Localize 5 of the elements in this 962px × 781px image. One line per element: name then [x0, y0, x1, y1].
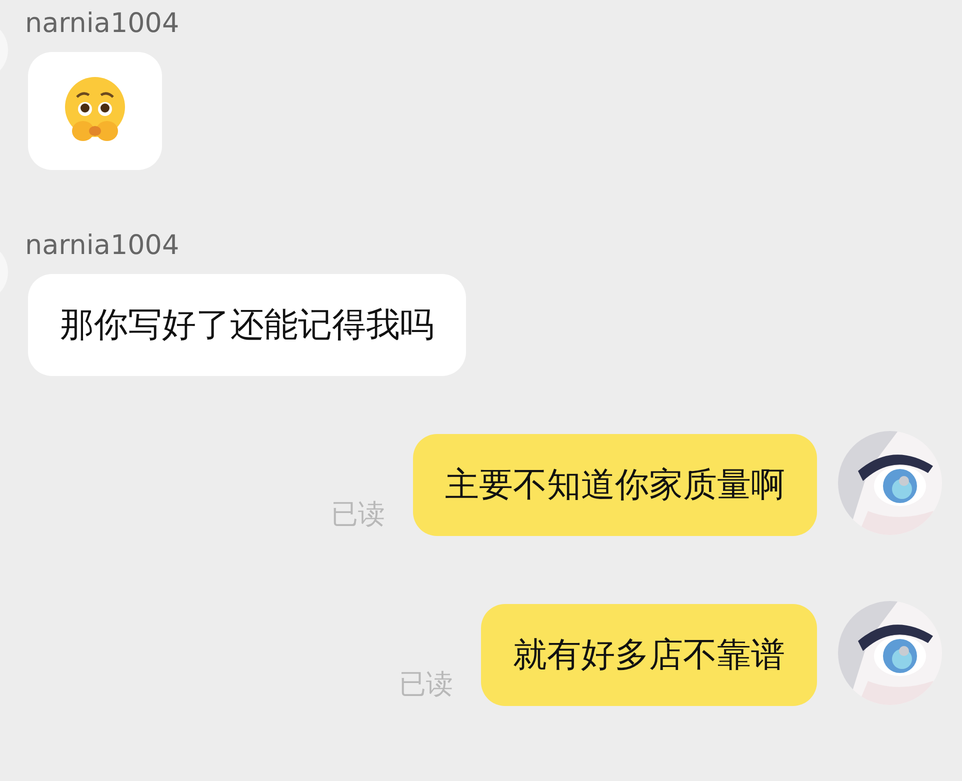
message-bubble: 主要不知道你家质量啊 [413, 434, 817, 536]
message-bubble: 那你写好了还能记得我吗 [28, 274, 466, 376]
sender-name: narnia1004 [25, 229, 180, 263]
message-bubble: 就有好多店不靠谱 [481, 604, 817, 706]
sender-name: narnia1004 [25, 7, 180, 41]
